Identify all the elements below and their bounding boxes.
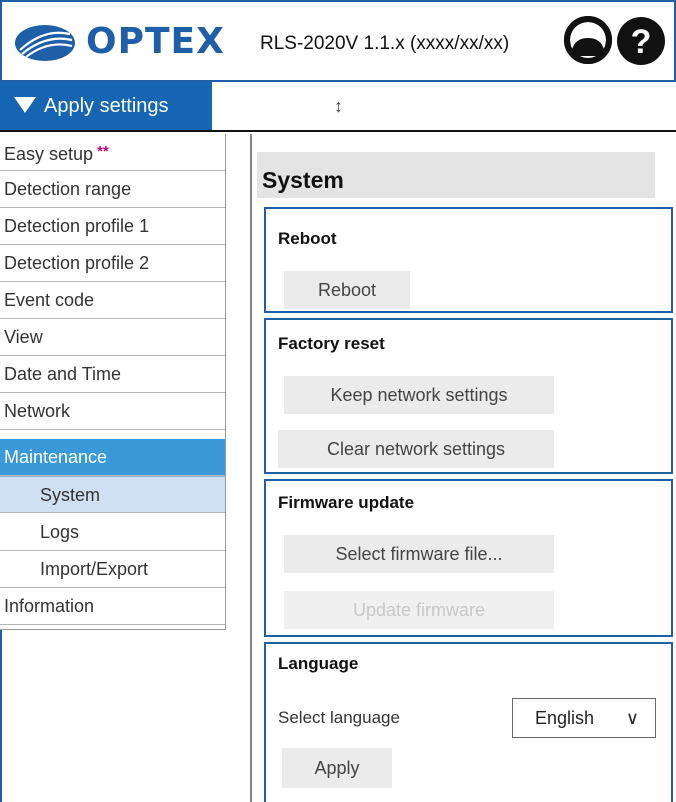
sidebar-item-event-code[interactable]: Event code [0,282,225,319]
sidebar-item-detection-range[interactable]: Detection range [0,171,225,208]
optex-logo-icon [15,25,75,61]
pane-divider[interactable] [250,134,252,802]
sidebar-item-easy-setup[interactable]: Easy setup ** [0,134,225,171]
sidebar-item-detection-profile-2[interactable]: Detection profile 2 [0,245,225,282]
sidebar-item-import-export[interactable]: Import/Export [0,551,225,588]
sidebar-item-system[interactable]: System [0,476,225,513]
language-title: Language [278,654,359,673]
keep-network-settings-button[interactable]: Keep network settings [284,376,554,414]
sidebar-item-date-and-time[interactable]: Date and Time [0,356,225,393]
factory-reset-panel: Factory reset Keep network settings Clea… [264,318,673,474]
toolbar: Apply settings ↕ [0,80,676,132]
resize-handle[interactable]: ↕ [334,96,343,117]
factory-reset-title: Factory reset [278,334,385,353]
apply-language-button[interactable]: Apply [282,748,392,788]
app-header: OPTEX RLS-2020V 1.1.x (xxxx/xx/xx) ? [0,0,676,80]
clear-network-settings-button[interactable]: Clear network settings [278,430,554,468]
chevron-down-icon: ∨ [625,708,639,728]
language-select[interactable]: English ∨ [512,698,656,738]
left-border [0,630,2,802]
sidebar-item-label: Easy setup [4,144,94,164]
sidebar-item-information[interactable]: Information [0,588,225,625]
sidebar-item-detection-profile-1[interactable]: Detection profile 1 [0,208,225,245]
language-select-value: English [535,708,595,728]
firmware-version: RLS-2020V 1.1.x (xxxx/xx/xx) [260,33,510,54]
logo-text: OPTEX [86,21,225,62]
reboot-title: Reboot [278,229,337,248]
firmware-update-panel: Firmware update Select firmware file... … [264,479,673,637]
select-firmware-file-button[interactable]: Select firmware file... [284,535,554,573]
triangle-down-icon [14,97,36,113]
select-language-label: Select language [278,708,400,727]
update-firmware-button[interactable]: Update firmware [284,591,554,629]
required-marker: ** [97,143,109,160]
sidebar-item-network[interactable]: Network [0,393,225,430]
sidebar-item-view[interactable]: View [0,319,225,356]
language-panel: Language Select language English ∨ Apply [264,642,673,802]
apply-settings-label: Apply settings [44,95,169,117]
sidebar-item-logs[interactable]: Logs [0,514,225,551]
reboot-panel: Reboot Reboot [264,207,673,313]
user-icon[interactable] [564,16,612,64]
sidebar: Easy setup ** Detection range Detection p… [0,134,226,630]
apply-settings-button[interactable]: Apply settings [0,82,212,130]
svg-text:?: ? [631,23,652,61]
firmware-update-title: Firmware update [278,493,415,512]
sidebar-item-maintenance[interactable]: Maintenance [0,439,225,476]
reboot-button[interactable]: Reboot [284,271,410,309]
help-icon[interactable]: ? [616,16,666,66]
page-title: System [262,167,344,193]
